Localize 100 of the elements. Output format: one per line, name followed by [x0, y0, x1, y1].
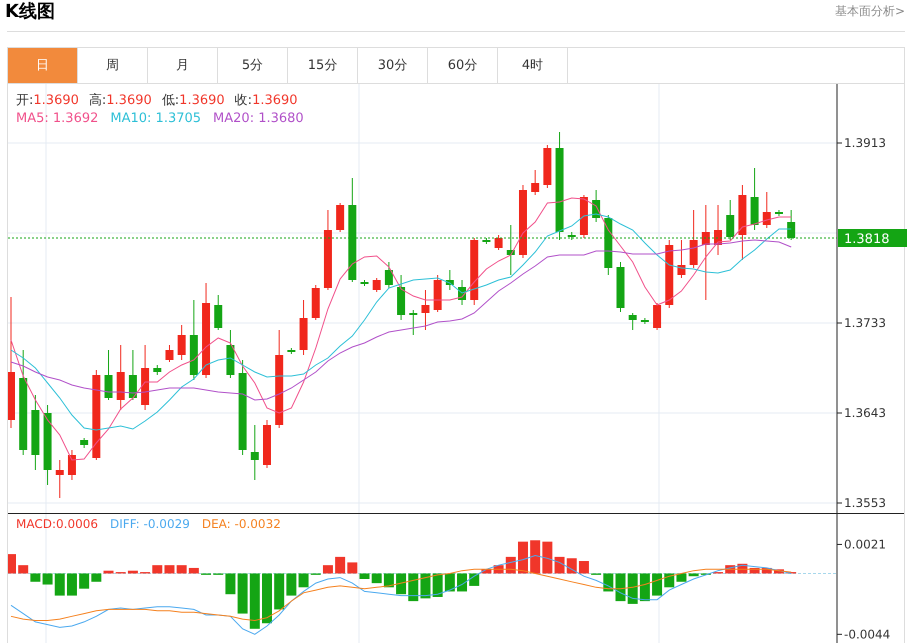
- page-title: K线图: [5, 0, 55, 24]
- macd-bar: [396, 573, 406, 594]
- macd-bar: [372, 573, 382, 584]
- candlestick: [116, 344, 125, 410]
- candlestick: [312, 284, 320, 320]
- price-tick: 1.3913: [836, 136, 886, 150]
- macd-bar: [457, 573, 468, 592]
- candlestick: [677, 240, 686, 278]
- macd-bar: [640, 573, 650, 602]
- moving-average-label: MA10: 1.3705: [110, 110, 202, 128]
- y-tick-label: 0.0021: [844, 537, 886, 552]
- candlestick: [726, 200, 734, 240]
- candlestick: [141, 344, 150, 410]
- quote-value: 1.3690: [179, 92, 225, 110]
- candlestick: [104, 350, 113, 400]
- macd-bar: [152, 565, 162, 574]
- candlestick: [250, 424, 259, 480]
- y-tick-label: 1.3553: [844, 496, 886, 510]
- macd-tick: 0.0021: [836, 537, 886, 552]
- macd-bar: [42, 573, 53, 585]
- macd-bar: [91, 573, 102, 582]
- macd-legend-label: DIFF: -0.0029: [110, 516, 190, 532]
- quote-value: 1.3690: [106, 92, 152, 110]
- candlestick: [360, 280, 368, 286]
- quote-label: 低:: [162, 92, 180, 110]
- current-price-label: 1.3818: [838, 229, 907, 247]
- macd-bar: [750, 568, 760, 574]
- candlestick: [128, 350, 137, 400]
- candlestick: [494, 234, 503, 250]
- candlestick: [470, 238, 478, 306]
- macd-bar: [554, 556, 565, 574]
- candlestick: [690, 210, 698, 268]
- macd-tick: -0.0044: [836, 627, 890, 642]
- macd-bar: [347, 562, 358, 574]
- price-tick: 1.3733: [836, 316, 886, 330]
- candlestick: [592, 190, 600, 222]
- macd-bar: [250, 573, 260, 629]
- candlestick: [506, 224, 515, 276]
- moving-average-label: MA5: 1.3692: [16, 110, 98, 128]
- macd-bar: [298, 573, 309, 588]
- candlestick: [543, 144, 552, 188]
- macd-bar: [652, 573, 662, 596]
- quote-value: 1.3690: [33, 92, 79, 110]
- macd-bar: [262, 573, 272, 624]
- macd-legend-label: MACD:0.0006: [16, 516, 98, 532]
- macd-bar: [481, 569, 492, 574]
- candlestick: [214, 294, 222, 330]
- macd-bar: [762, 568, 772, 574]
- macd-bar: [774, 569, 784, 574]
- y-tick-label: 1.3733: [844, 316, 886, 330]
- price-tick: 1.3553: [836, 496, 886, 510]
- candlestick: [640, 318, 649, 324]
- candlestick: [653, 302, 662, 330]
- candlestick: [434, 274, 442, 312]
- candlestick: [458, 280, 466, 306]
- macd-bar: [225, 573, 236, 594]
- macd-bar: [66, 573, 77, 596]
- candlestick: [372, 278, 381, 292]
- candlestick: [397, 274, 406, 320]
- macd-bar: [542, 542, 552, 574]
- macd-bar: [530, 540, 540, 574]
- candlestick: [80, 438, 88, 448]
- candlestick: [580, 194, 588, 238]
- macd-bar: [79, 573, 90, 589]
- moving-average-label: MA20: 1.3680: [213, 110, 304, 128]
- candlestick: [665, 240, 674, 308]
- candlestick: [750, 168, 759, 230]
- ref-line-label: 1.3818: [844, 232, 890, 247]
- candlestick: [300, 300, 308, 356]
- macd-bar: [335, 556, 346, 574]
- candlestick: [714, 204, 722, 256]
- candlestick: [409, 310, 418, 336]
- candlestick: [421, 290, 430, 330]
- candlestick: [531, 170, 540, 196]
- candlestick: [604, 214, 612, 276]
- quote-label: 高:: [88, 92, 106, 110]
- candlestick: [68, 450, 76, 480]
- macd-bar: [322, 565, 333, 574]
- candlestick: [568, 232, 576, 240]
- macd-bar: [104, 570, 114, 574]
- candlestick: [628, 312, 637, 330]
- macd-bar: [518, 542, 528, 574]
- candlestick: [226, 330, 234, 378]
- macd-bar: [128, 570, 138, 574]
- candlestick: [336, 202, 344, 232]
- y-tick-label: 1.3643: [844, 406, 886, 420]
- candlestick: [263, 420, 271, 468]
- candlestick: [787, 210, 796, 240]
- macd-bar: [18, 565, 28, 574]
- macd-bar: [8, 554, 16, 574]
- quote-value: 1.3690: [252, 92, 298, 110]
- macd-bar: [628, 573, 638, 604]
- quote-label: 收:: [234, 92, 252, 110]
- candlestick: [616, 262, 624, 312]
- candlestick: [762, 192, 771, 228]
- macd-bar: [286, 573, 296, 596]
- macd-bar: [188, 568, 199, 574]
- analysis-link[interactable]: 基本面分析>: [834, 0, 905, 22]
- candlestick: [482, 238, 490, 244]
- macd-bar: [176, 565, 187, 574]
